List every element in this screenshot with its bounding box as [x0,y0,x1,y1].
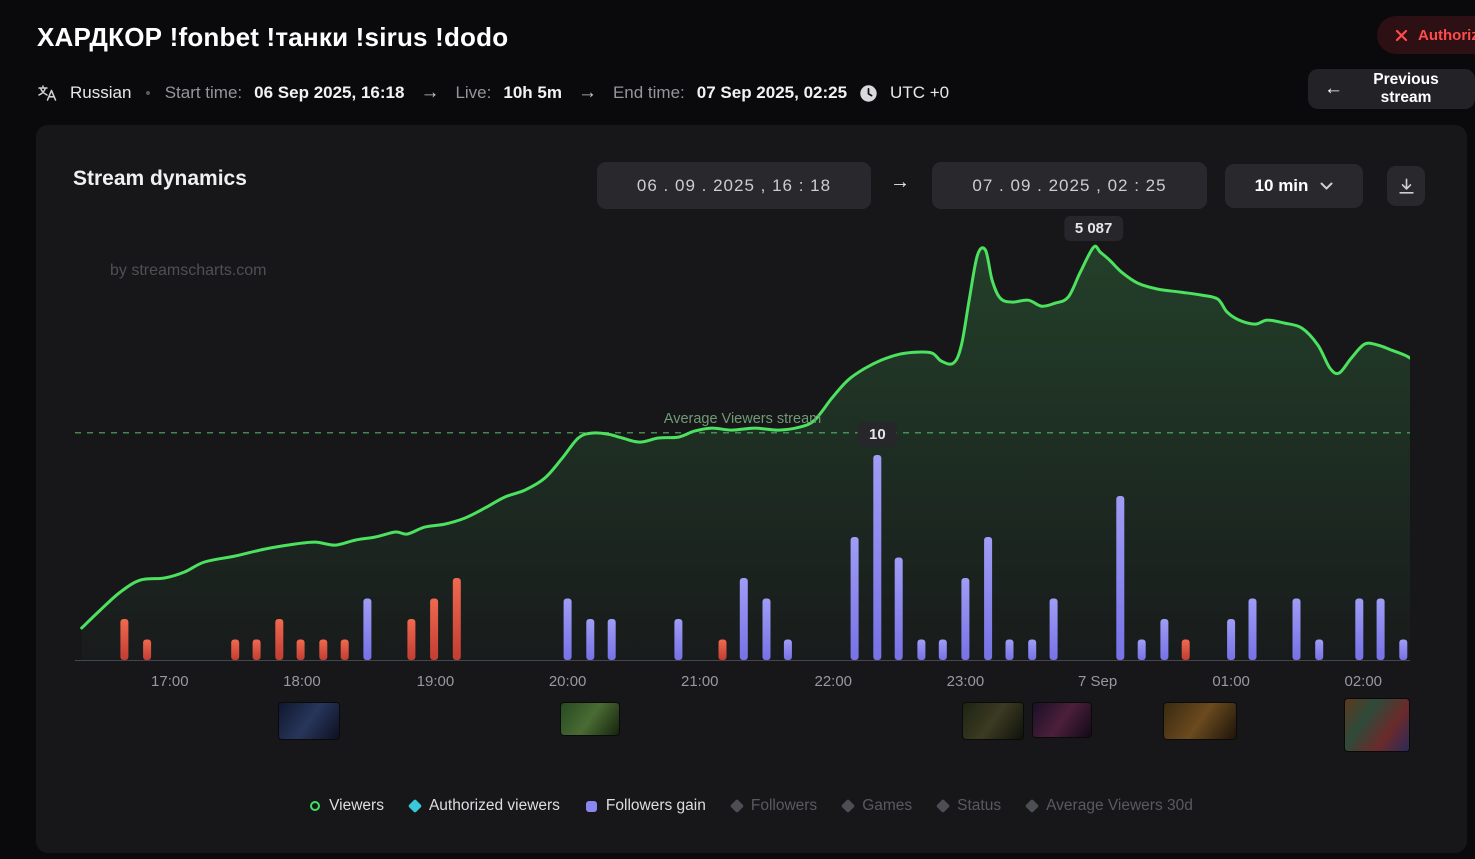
timezone-label: UTC +0 [890,83,950,102]
x-axis-tick: 21:00 [680,673,719,690]
legend-label: Status [957,797,1002,814]
panel-title: Stream dynamics [73,167,247,190]
game-thumbnail[interactable] [1344,699,1409,751]
legend-label: Authorized viewers [428,797,560,814]
live-duration: 10h 5m [503,83,562,102]
x-axis-tick: 23:00 [946,673,985,690]
authorized-viewers-legend-icon [407,798,423,814]
download-button[interactable] [1387,166,1425,206]
arrow-left-icon: ← [1324,78,1343,99]
x-axis-tick: 02:00 [1344,673,1383,690]
legend-item-viewers[interactable]: Viewers [310,797,384,815]
stream-dynamics-panel: Stream dynamics 06 . 09 . 2025 , 16 : 18… [36,125,1467,853]
games-legend-icon [841,798,856,814]
arrow-right-icon: → [420,82,440,103]
followers-gain-legend-icon [585,800,597,812]
end-time-label: End time: [612,83,685,102]
dot-separator: • [145,84,151,102]
game-thumbnail[interactable] [561,703,620,735]
viewers-legend-icon [310,801,321,811]
arrow-right-icon: → [890,171,910,193]
language-label: Russian [70,83,132,102]
live-label: Live: [455,83,492,102]
x-axis-tick: 01:00 [1212,673,1250,690]
legend-item-followers-gain[interactable]: Followers gain [585,797,706,815]
legend-item-games[interactable]: Games [841,797,913,815]
game-thumbnail[interactable] [278,703,339,739]
previous-stream-button[interactable]: ← Previous stream [1308,69,1475,109]
chart-area[interactable]: Average Viewers stream 5 087 10 17:00 18:… [75,216,1410,785]
x-axis-tick: 18:00 [283,673,321,690]
start-time-label: Start time: [164,83,243,102]
legend-label: Average Viewers 30d [1046,797,1193,814]
game-thumbnail[interactable] [963,703,1024,739]
legend-label: Followers [750,797,818,814]
start-time-value: 06 Sep 2025, 16:18 [254,83,405,102]
followers-legend-icon [729,798,744,814]
x-axis-tick: 7 Sep [1078,673,1118,690]
legend-item-status[interactable]: Status [936,797,1002,815]
legend-label: Followers gain [605,797,706,814]
legend: Viewers Authorized viewers Followers gain F… [36,797,1467,815]
game-thumbnail[interactable] [1032,703,1091,737]
end-time-value: 07 Sep 2025, 02:25 [696,83,848,102]
x-axis-tick: 17:00 [151,673,189,690]
stream-title: ХАРДКОР !fonbet !танки !sirus !dodo [37,22,509,52]
authorization-label: Authorization [1418,26,1475,44]
x-axis-tick: 19:00 [416,673,455,690]
date-to-input[interactable]: 07 . 09 . 2025 , 02 : 25 [932,162,1207,209]
average-viewers-30d-legend-icon [1025,798,1040,814]
close-icon [1395,29,1408,41]
language-icon [37,83,58,103]
download-icon [1398,178,1414,194]
legend-label: Viewers [329,797,384,814]
interval-value: 10 min [1254,176,1309,195]
interval-dropdown[interactable]: 10 min [1225,164,1363,208]
authorization-button[interactable]: Authorization [1377,16,1475,54]
x-axis-tick: 22:00 [814,673,853,690]
chevron-down-icon [1320,182,1333,190]
game-thumbnail[interactable] [1164,703,1237,739]
status-legend-icon [936,798,951,814]
stream-meta-row: Russian • Start time: 06 Sep 2025, 16:18… [37,80,949,106]
legend-label: Games [862,797,913,814]
previous-stream-label: Previous stream [1373,71,1439,106]
clock-icon [859,84,878,103]
legend-item-followers[interactable]: Followers [729,797,818,815]
legend-item-authorized-viewers[interactable]: Authorized viewers [407,797,560,815]
x-axis-tick: 20:00 [548,673,587,690]
date-from-input[interactable]: 06 . 09 . 2025 , 16 : 18 [597,162,871,209]
legend-item-average-viewers-30d[interactable]: Average Viewers 30d [1025,797,1193,815]
average-line-label: Average Viewers stream [663,410,822,427]
page: ХАРДКОР !fonbet !танки !sirus !dodo Auth… [0,0,1475,859]
followers-gain-tooltip: 10 [857,422,897,447]
peak-value-tooltip: 5 087 [1063,216,1124,242]
arrow-right-icon: → [577,82,597,103]
